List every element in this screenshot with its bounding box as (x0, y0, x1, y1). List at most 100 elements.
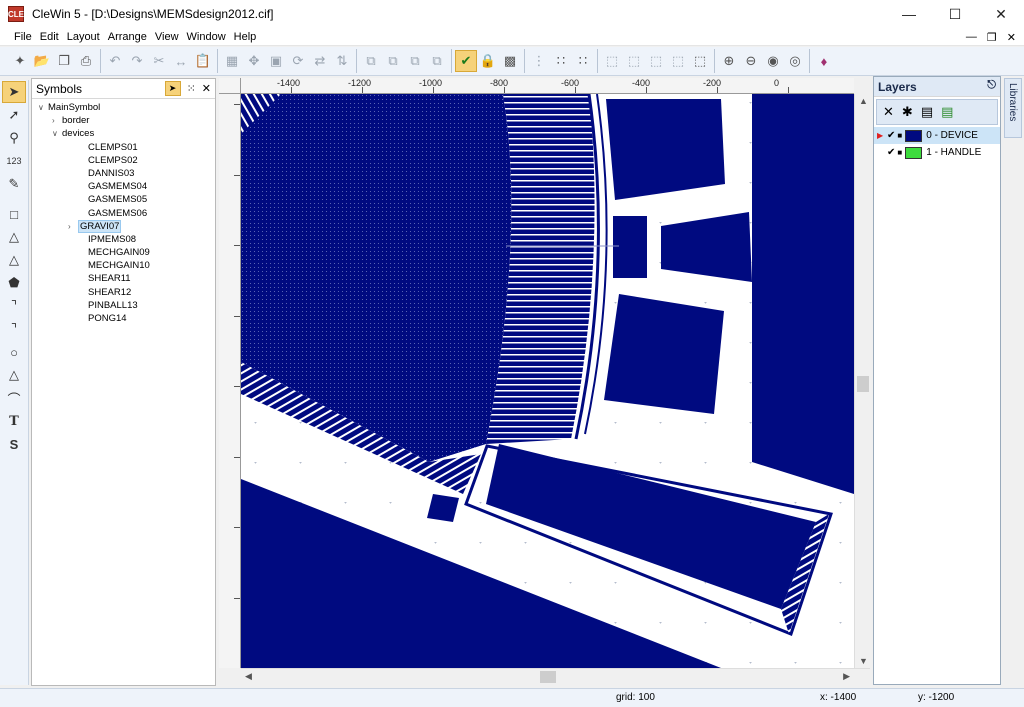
trapezoid-tool-icon[interactable]: △ (2, 226, 26, 248)
layer-color-swatch[interactable] (905, 129, 923, 142)
wire-tool-icon[interactable]: ⌝ (2, 295, 26, 317)
open-file-icon[interactable]: 📂 (31, 50, 53, 72)
symbol-s-icon[interactable]: S (2, 433, 26, 455)
vertical-scrollbar[interactable]: ▲ ▼ (854, 94, 870, 668)
tree-item[interactable]: ∨ MainSymbol (32, 101, 215, 114)
layer-color-swatch[interactable] (905, 146, 923, 159)
library-book-icon[interactable]: ♦ (813, 50, 835, 72)
layer-visible-check-icon[interactable]: ✔ (887, 147, 895, 158)
mdi-close-icon[interactable]: ✕ (1007, 31, 1016, 44)
zoom-selection-icon[interactable]: ◎ (784, 50, 806, 72)
menu-arrange[interactable]: Arrange (104, 31, 151, 43)
tree-item[interactable]: MECHGAIN10 (32, 259, 215, 272)
menu-file[interactable]: File (10, 31, 36, 43)
menu-layout[interactable]: Layout (63, 31, 104, 43)
tree-item[interactable]: PONG14 (32, 312, 215, 325)
tree-item[interactable]: SHEAR12 (32, 286, 215, 299)
tree-item[interactable]: PINBALL13 (32, 299, 215, 312)
mdi-minimize-icon[interactable]: — (966, 31, 977, 43)
boolean-sub-icon[interactable]: ⧉ (404, 50, 426, 72)
minimize-button[interactable]: — (886, 0, 932, 28)
ruler-icon[interactable]: 123 (2, 150, 26, 172)
menu-window[interactable]: Window (183, 31, 230, 43)
add-layer-icon[interactable]: ▤ (941, 104, 953, 120)
tree-item[interactable]: CLEMPS01 (32, 141, 215, 154)
measure-icon[interactable]: ⬚ (689, 50, 711, 72)
layer-lock-icon[interactable]: ■ (897, 131, 902, 140)
right-anchor-shape[interactable] (752, 94, 854, 494)
select-box-icon[interactable]: ⬚ (601, 50, 623, 72)
undo-icon[interactable]: ↶ (104, 50, 126, 72)
menu-help[interactable]: Help (230, 31, 261, 43)
mirror-icon[interactable]: ↔ (170, 50, 192, 72)
check-icon[interactable]: ✔ (455, 50, 477, 72)
paste-icon[interactable]: 📋 (192, 50, 214, 72)
magnifier-icon[interactable]: ⚲ (2, 127, 26, 149)
path-tool-icon[interactable]: ⌝ (2, 318, 26, 340)
tree-item[interactable]: GASMEMS04 (32, 180, 215, 193)
box-tool-icon[interactable]: □ (2, 203, 26, 225)
layers-pin-icon[interactable]: ⎋ (987, 79, 996, 92)
layout-canvas[interactable] (241, 94, 854, 668)
tree-item[interactable]: GASMEMS05 (32, 193, 215, 206)
menu-edit[interactable]: Edit (36, 31, 63, 43)
curve-tool-icon[interactable]: ⌒ (2, 387, 26, 409)
layer-properties-icon[interactable]: ▤ (921, 104, 933, 120)
auto-select-icon[interactable]: ➤ (164, 81, 181, 96)
grid-dots-icon[interactable]: ⋮ (528, 50, 550, 72)
layer-row[interactable]: ▶ ✔ ■ 0 - DEVICE (874, 127, 1000, 144)
pad-lower-right[interactable] (604, 294, 724, 414)
select-arrow-icon[interactable]: ➤ (2, 81, 26, 103)
tree-item[interactable]: CLEMPS02 (32, 154, 215, 167)
close-button[interactable]: ✕ (978, 0, 1024, 28)
cut-icon[interactable]: ✂ (148, 50, 170, 72)
copy-icon[interactable]: ❐ (53, 50, 75, 72)
rotate-icon[interactable]: ⟳ (287, 50, 309, 72)
tree-item[interactable]: › GRAVI07 (32, 219, 215, 233)
tree-item[interactable]: DANNIS03 (32, 167, 215, 180)
node-edit-icon[interactable]: ➚ (2, 104, 26, 126)
collapse-arrow-icon[interactable]: ∨ (38, 101, 48, 114)
tree-item[interactable]: SHEAR11 (32, 272, 215, 285)
expand-arrow-icon[interactable]: › (52, 114, 62, 127)
redo-icon[interactable]: ↷ (126, 50, 148, 72)
maximize-button[interactable]: ☐ (932, 0, 978, 28)
grid-snap-icon[interactable]: ∷ (550, 50, 572, 72)
select-all-icon[interactable]: ⬚ (623, 50, 645, 72)
tree-item[interactable]: › border (32, 114, 215, 127)
scale-icon[interactable]: ▣ (265, 50, 287, 72)
hardware-icon[interactable]: ▩ (499, 50, 521, 72)
select-layer-icon[interactable]: ⬚ (645, 50, 667, 72)
layer-row[interactable]: ✔ ■ 1 - HANDLE (874, 144, 1000, 161)
boolean-and-icon[interactable]: ⧉ (382, 50, 404, 72)
pin-icon[interactable]: ⁙ (187, 82, 196, 95)
tree-item[interactable]: MECHGAIN09 (32, 246, 215, 259)
lock-icon[interactable]: 🔒 (477, 50, 499, 72)
circle-tool-icon[interactable]: ○ (2, 341, 26, 363)
tree-item[interactable]: GASMEMS06 (32, 207, 215, 220)
tree-item[interactable]: ∨ devices (32, 127, 215, 140)
flip-vertical-icon[interactable]: ⇅ (331, 50, 353, 72)
zoom-in-icon[interactable]: ⊕ (718, 50, 740, 72)
horizontal-scroll-thumb[interactable] (540, 671, 556, 683)
panel-close-icon[interactable]: ✕ (202, 82, 211, 95)
scroll-down-icon[interactable]: ▼ (859, 656, 868, 666)
new-symbol-icon[interactable]: ✦ (9, 50, 31, 72)
layer-lock-icon[interactable]: ■ (897, 148, 902, 157)
text-t-icon[interactable]: T (2, 410, 26, 432)
scroll-right-icon[interactable]: ▶ (843, 671, 850, 682)
print-icon[interactable]: ⎙ (75, 50, 97, 72)
select-symbol-icon[interactable]: ⬚ (667, 50, 689, 72)
boolean-xor-icon[interactable]: ⧉ (426, 50, 448, 72)
libraries-side-tab[interactable]: Libraries (1004, 78, 1022, 138)
layer-visible-check-icon[interactable]: ✔ (887, 130, 895, 141)
flip-horizontal-icon[interactable]: ⇄ (309, 50, 331, 72)
arc-tool-icon[interactable]: △ (2, 364, 26, 386)
collapse-arrow-icon[interactable]: ∨ (52, 127, 62, 140)
scroll-up-icon[interactable]: ▲ (859, 96, 868, 106)
expand-arrow-icon[interactable]: › (68, 220, 78, 233)
tree-item[interactable]: IPMEMS08 (32, 233, 215, 246)
group-icon[interactable]: ▦ (221, 50, 243, 72)
horizontal-scrollbar[interactable]: ◀ ▶ (241, 668, 870, 684)
zoom-fit-icon[interactable]: ◉ (762, 50, 784, 72)
